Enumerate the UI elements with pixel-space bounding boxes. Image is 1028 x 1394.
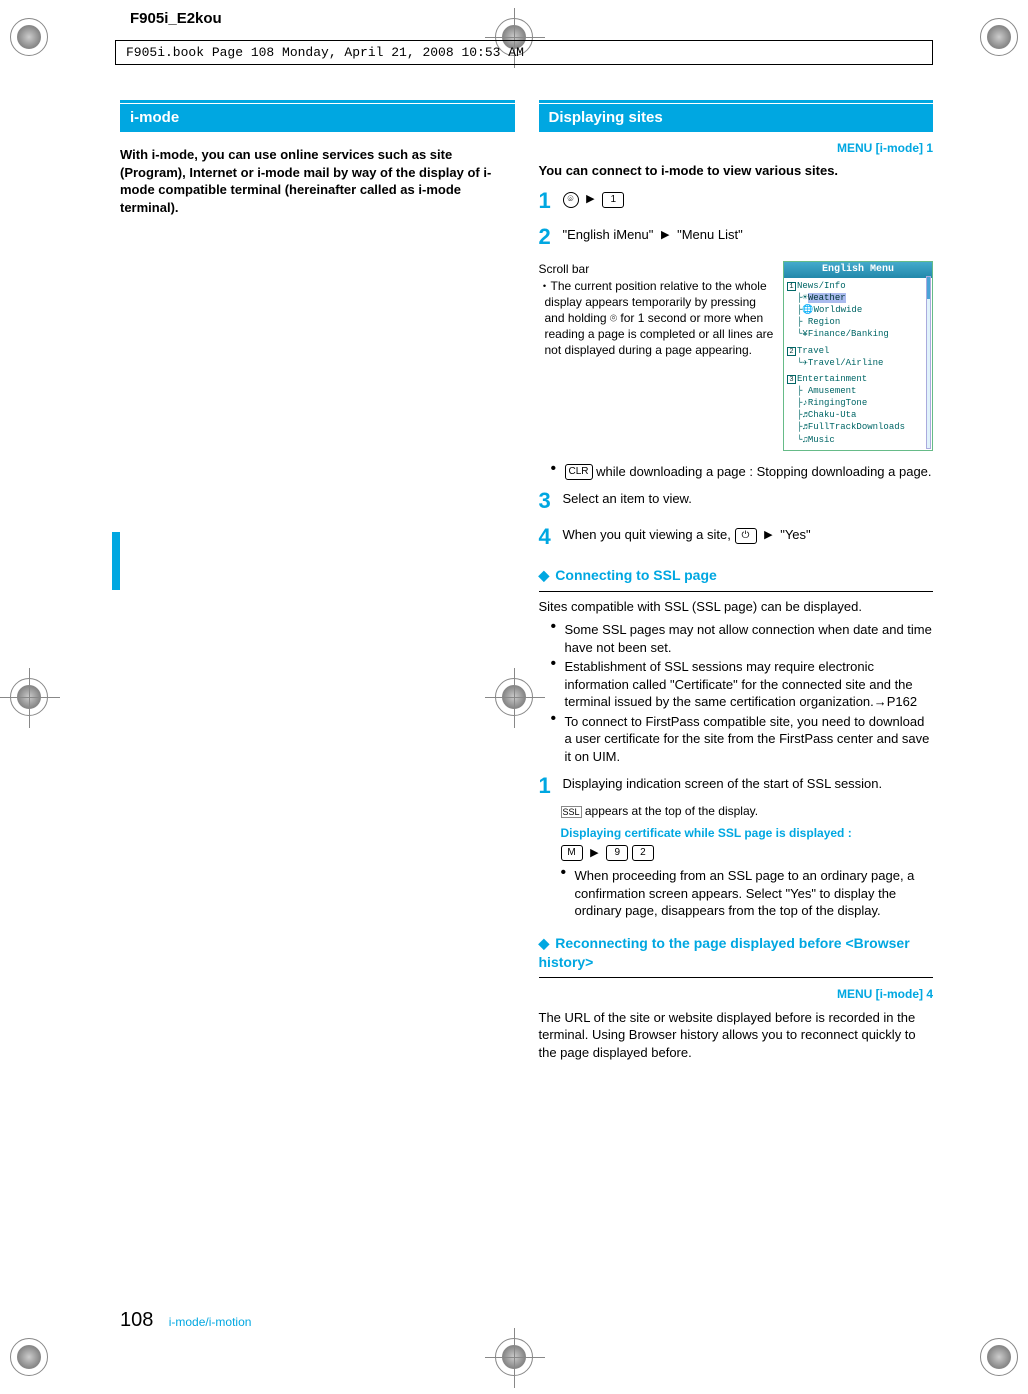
divider (539, 591, 934, 592)
phone-cat1: News/Info (797, 281, 846, 291)
phone-cat2: Travel (797, 346, 829, 356)
bullet-stop-download: CLR while downloading a page : Stopping … (551, 463, 934, 481)
section-rule (120, 100, 515, 103)
ssl-intro: Sites compatible with SSL (SSL page) can… (539, 598, 934, 616)
step4-b: "Yes" (780, 527, 810, 542)
key-box-clr: CLR (565, 464, 593, 480)
step3-text: Select an item to view. (563, 486, 934, 508)
key-box-m: M (561, 845, 583, 861)
diamond-icon: ◆ (539, 935, 550, 951)
crop-mark-tl (10, 18, 48, 56)
menu-path: MENU [i-mode] 4 (539, 986, 934, 1002)
crop-mark-br (980, 1338, 1018, 1376)
phone-item: RingingTone (808, 398, 867, 408)
phone-item: Chaku-Uta (808, 410, 857, 420)
arrow-icon: ▶ (586, 192, 594, 207)
ssl-proceed-text: When proceeding from an SSL page to an o… (575, 868, 915, 918)
phone-item: Amusement (808, 386, 857, 396)
phone-scrollbar (926, 276, 931, 448)
lead-text: You can connect to i-mode to view variou… (539, 162, 934, 180)
key-box-9: 9 (606, 845, 628, 861)
crop-mark-bl (10, 1338, 48, 1376)
crop-mark-tr (980, 18, 1018, 56)
step-number: 3 (539, 486, 557, 516)
section-rule (539, 100, 934, 103)
divider (539, 977, 934, 978)
ssl-bullet: To connect to FirstPass compatible site,… (551, 713, 934, 766)
arrow-icon: ▶ (661, 228, 669, 243)
imode-intro: With i-mode, you can use online services… (120, 146, 515, 216)
bullet-dot: ・ (539, 279, 551, 293)
section-heading-imode: i-mode (120, 104, 515, 132)
ssl-appears: appears at the top of the display. (585, 804, 758, 818)
key-box-end: ⏻ (735, 528, 757, 544)
section-heading-displaying-sites: Displaying sites (539, 104, 934, 132)
phone-cat3: Entertainment (797, 374, 867, 384)
crop-mark-ml (10, 678, 48, 716)
phone-item: Finance/Banking (808, 329, 889, 339)
key-box: 1 (602, 192, 624, 208)
arrow-icon: ▶ (590, 846, 598, 861)
ssl-heading: Connecting to SSL page (555, 567, 717, 583)
phone-item: Music (808, 435, 835, 445)
phone-item: Worldwide (814, 305, 863, 315)
step-number: 2 (539, 222, 557, 252)
arrow-icon: ▶ (764, 528, 772, 543)
scrollbar-label: Scroll bar (539, 261, 776, 277)
section-tab (112, 532, 120, 590)
step-number: 4 (539, 522, 557, 552)
footer-section: i-mode/i-motion (169, 1315, 252, 1329)
crop-mark-bc (495, 1338, 533, 1376)
phone-screenshot: English Menu 1News/Info ├☀Weather ├🌐Worl… (783, 261, 933, 450)
ssl-step1-text: Displaying indication screen of the star… (563, 771, 934, 793)
page-number: 108 (120, 1309, 153, 1331)
phone-item: Travel/Airline (808, 358, 884, 368)
diamond-icon: ◆ (539, 567, 550, 583)
step-number: 1 (539, 186, 557, 216)
ssl-bullet: Some SSL pages may not allow connection … (551, 621, 934, 656)
key-icon: ⌾ (563, 192, 579, 208)
ssl-cert-heading: Displaying certificate while SSL page is… (561, 825, 934, 841)
stop-dl-text: while downloading a page : Stopping down… (596, 464, 931, 479)
phone-item: FullTrackDownloads (808, 422, 905, 432)
menu-path: MENU [i-mode] 1 (539, 140, 934, 156)
phone-title: English Menu (784, 262, 932, 278)
reconnect-body: The URL of the site or website displayed… (539, 1009, 934, 1062)
ssl-bullet: Establishment of SSL sessions may requir… (551, 658, 934, 711)
reconnect-heading: Reconnecting to the page displayed befor… (539, 935, 910, 970)
scrollbar-desc: The current position relative to the who… (545, 279, 774, 358)
step2-a: "English iMenu" (563, 227, 654, 242)
key-box-2: 2 (632, 845, 654, 861)
ssl-icon: SSL (561, 806, 582, 818)
phone-item: Weather (808, 293, 846, 303)
phone-item: Region (808, 317, 840, 327)
ssl-proceed-bullet: When proceeding from an SSL page to an o… (561, 867, 934, 920)
page-footer: 108 i-mode/i-motion (120, 1309, 251, 1332)
header-code: F905i_E2kou (130, 10, 222, 27)
step-number: 1 (539, 771, 557, 801)
book-meta: F905i.book Page 108 Monday, April 21, 20… (115, 40, 933, 65)
step2-b: "Menu List" (677, 227, 743, 242)
step4-a: When you quit viewing a site, (563, 527, 731, 542)
